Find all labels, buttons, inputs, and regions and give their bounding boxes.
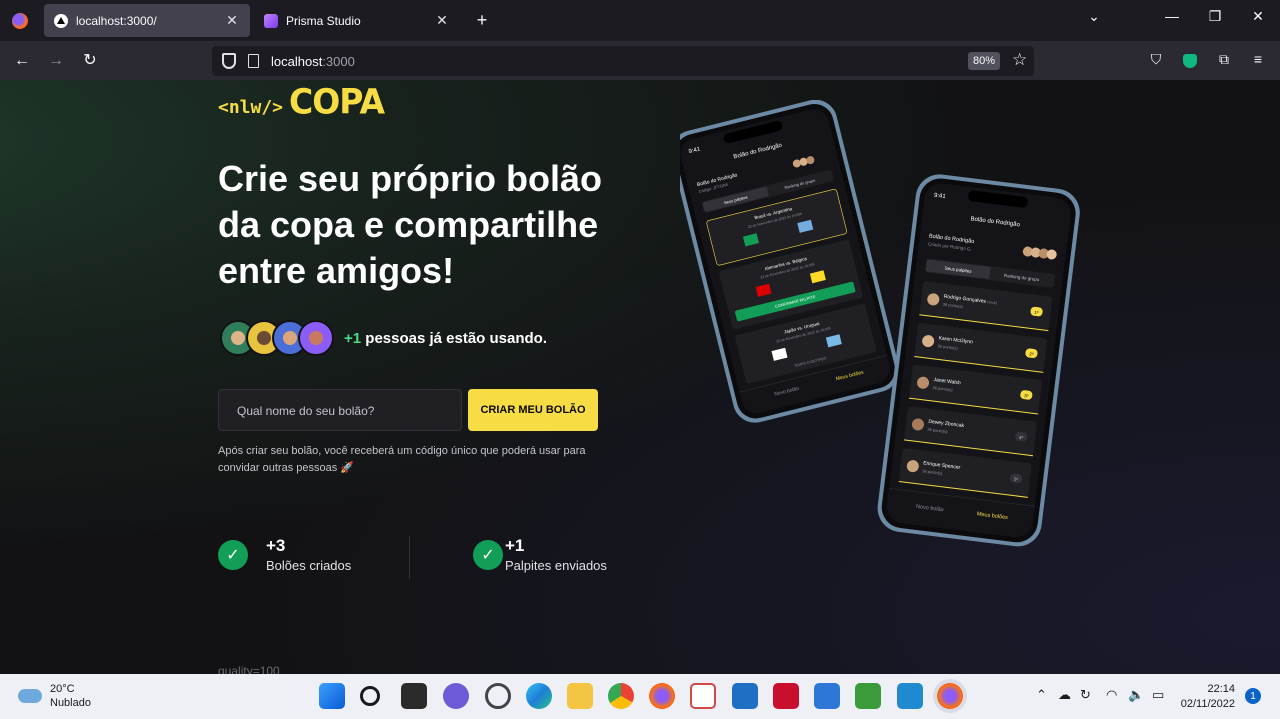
azure-data-studio-icon[interactable]	[814, 683, 840, 709]
users-avatars	[220, 320, 334, 356]
menu-icon[interactable]: ≡	[1248, 51, 1268, 71]
zoom-badge[interactable]: 80%	[968, 52, 1001, 70]
vscode-icon[interactable]	[897, 683, 923, 709]
minimize-icon[interactable]: —	[1162, 8, 1182, 24]
tab-bar: localhost:3000/ ✕ Prisma Studio ✕ + ⌄ — …	[0, 0, 1280, 41]
file-explorer-icon[interactable]	[567, 683, 593, 709]
check-icon: ✓	[218, 539, 248, 570]
tab-title: localhost:3000/	[76, 13, 157, 28]
volume-icon[interactable]: 🔈	[1128, 687, 1144, 703]
pocket-icon[interactable]: ⛉	[1146, 51, 1166, 71]
sync-icon[interactable]: ↻	[1080, 687, 1091, 703]
extensions-icon[interactable]: ⧉	[1214, 51, 1234, 71]
back-icon[interactable]: ←	[12, 51, 32, 71]
extension-shield-icon[interactable]	[1180, 51, 1200, 71]
chat-icon[interactable]	[443, 683, 469, 709]
phone-front: 9:41 Bolão do Rodrigão Bolão do Rodrigão…	[877, 174, 1080, 547]
task-view-icon[interactable]	[401, 683, 427, 709]
snipping-tool-icon[interactable]	[690, 683, 716, 709]
close-tab-icon[interactable]: ✕	[434, 12, 450, 29]
tab-title: Prisma Studio	[286, 13, 361, 28]
avatar	[298, 320, 334, 356]
notepad-icon[interactable]	[855, 683, 881, 709]
debug-text: quality=100	[218, 664, 280, 674]
firefox-dev-icon[interactable]	[937, 683, 963, 709]
bookmark-star-icon[interactable]: ☆	[1012, 50, 1027, 70]
stats-divider	[409, 536, 410, 579]
onedrive-icon[interactable]: ☁	[1058, 687, 1071, 703]
close-tab-icon[interactable]: ✕	[224, 12, 240, 29]
users-count-text: +1 pessoas já estão usando.	[344, 330, 548, 347]
close-window-icon[interactable]: ✕	[1248, 8, 1268, 25]
battery-icon[interactable]: ▭	[1152, 687, 1164, 703]
list-tabs-icon[interactable]: ⌄	[1084, 8, 1104, 25]
search-icon[interactable]	[360, 686, 380, 706]
create-pool-form: Qual nome do seu bolão? CRIAR MEU BOLÃO	[218, 389, 598, 431]
check-icon: ✓	[473, 539, 503, 570]
create-pool-button[interactable]: CRIAR MEU BOLÃO	[468, 389, 598, 431]
settings-icon[interactable]	[485, 683, 511, 709]
mcafee-icon[interactable]	[773, 683, 799, 709]
chrome-icon[interactable]	[608, 683, 634, 709]
start-icon[interactable]	[319, 683, 345, 709]
tab-prisma-studio[interactable]: Prisma Studio ✕	[254, 4, 460, 37]
weather-widget[interactable]: 20°C Nublado	[18, 682, 91, 710]
prisma-favicon-icon	[264, 13, 278, 28]
mail-icon[interactable]	[732, 683, 758, 709]
forward-icon[interactable]: →	[46, 51, 66, 71]
firefox-icon[interactable]	[649, 683, 675, 709]
system-clock[interactable]: 22:14 02/11/2022	[1180, 682, 1235, 712]
page-headline: Crie seu próprio bolão da copa e compart…	[218, 158, 603, 291]
new-tab-icon[interactable]: +	[472, 10, 492, 31]
form-note: Após criar seu bolão, você receberá um c…	[218, 445, 586, 474]
nextjs-favicon-icon	[54, 13, 68, 28]
edge-icon[interactable]	[526, 683, 552, 709]
phone-back: 9:41 Bolão do Rodrigão Bolão do Rodrigão…	[680, 100, 900, 423]
url-text[interactable]: localhost:3000	[271, 54, 355, 69]
page-info-icon[interactable]	[248, 54, 259, 68]
notification-badge[interactable]: 1	[1245, 688, 1261, 704]
app-preview-phones: 9:41 Bolão do Rodrigão Bolão do Rodrigão…	[680, 100, 1080, 547]
firefox-view-icon[interactable]	[0, 0, 40, 41]
tracking-shield-icon[interactable]	[222, 53, 236, 69]
taskbar: 20°C Nublado ⌃ ☁ ↻ ◠ 🔈 ▭ 22:14 02/11/2022 …	[0, 674, 1280, 719]
reload-icon[interactable]: ↻	[80, 51, 100, 71]
stat-guesses: ✓ +1 Palpites enviados	[473, 536, 607, 573]
show-hidden-icons-icon[interactable]: ⌃	[1036, 687, 1047, 703]
page-content: <nlw/> COPA Crie seu próprio bolão da co…	[0, 80, 1280, 674]
cloud-icon	[18, 689, 42, 703]
restore-icon[interactable]: ❐	[1205, 8, 1225, 25]
tab-localhost[interactable]: localhost:3000/ ✕	[44, 4, 250, 37]
stat-pools: ✓ +3 Bolões criados	[218, 536, 351, 573]
nlw-copa-logo: <nlw/> COPA	[218, 81, 385, 122]
nav-bar: ← → ↻ localhost:3000 80% ☆ ⛉ ⧉ ≡	[0, 41, 1280, 80]
pool-name-input[interactable]: Qual nome do seu bolão?	[218, 389, 462, 431]
wifi-icon[interactable]: ◠	[1106, 687, 1117, 703]
url-bar[interactable]: localhost:3000 80% ☆	[212, 46, 1034, 76]
